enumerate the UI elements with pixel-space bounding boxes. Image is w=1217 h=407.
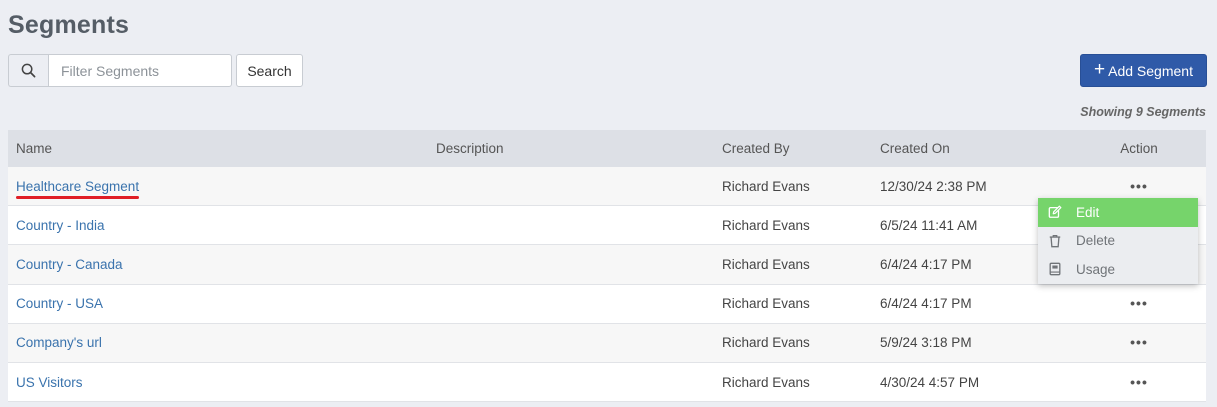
segment-created-by: Richard Evans bbox=[722, 217, 810, 233]
plus-icon: + bbox=[1094, 59, 1106, 80]
column-header-name[interactable]: Name bbox=[8, 141, 428, 156]
segments-table: Name Description Created By Created On A… bbox=[8, 130, 1206, 403]
segment-count: Showing 9 Segments bbox=[1080, 105, 1206, 119]
menu-item-label: Delete bbox=[1076, 233, 1116, 249]
segment-name-link[interactable]: Healthcare Segment bbox=[16, 179, 139, 194]
edit-icon bbox=[1048, 205, 1062, 219]
table-row: Country - USA Richard Evans 6/4/24 4:17 … bbox=[8, 284, 1206, 324]
segment-created-on: 4/30/24 4:57 PM bbox=[880, 374, 980, 390]
column-header-description[interactable]: Description bbox=[428, 141, 714, 156]
search-icon bbox=[8, 54, 48, 87]
more-options-icon[interactable]: ••• bbox=[1130, 296, 1148, 310]
segment-created-on: 5/9/24 3:18 PM bbox=[880, 335, 972, 351]
segment-name-link[interactable]: Country - USA bbox=[16, 296, 103, 311]
more-options-icon[interactable]: ••• bbox=[1130, 335, 1148, 349]
segment-created-on: 12/30/24 2:38 PM bbox=[880, 178, 987, 194]
segment-name-link[interactable]: Country - Canada bbox=[16, 257, 123, 272]
menu-item-label: Usage bbox=[1076, 261, 1116, 277]
segment-name-link[interactable]: Country - India bbox=[16, 218, 105, 233]
search-input[interactable] bbox=[48, 54, 232, 87]
segment-name-link[interactable]: US Visitors bbox=[16, 375, 83, 390]
segment-created-by: Richard Evans bbox=[722, 374, 810, 390]
add-segment-button[interactable]: + Add Segment bbox=[1080, 54, 1207, 87]
table-row: US Visitors Richard Evans 4/30/24 4:57 P… bbox=[8, 362, 1206, 403]
table-row: Company's url Richard Evans 5/9/24 3:18 … bbox=[8, 323, 1206, 363]
menu-item-label: Edit bbox=[1076, 204, 1100, 220]
table-header: Name Description Created By Created On A… bbox=[8, 130, 1206, 167]
more-options-icon[interactable]: ••• bbox=[1130, 375, 1148, 389]
more-options-icon[interactable]: ••• bbox=[1130, 179, 1148, 193]
menu-item-edit[interactable]: Edit bbox=[1038, 198, 1198, 227]
menu-item-usage[interactable]: Usage bbox=[1038, 255, 1198, 284]
column-header-action: Action bbox=[1120, 141, 1158, 156]
segment-created-by: Richard Evans bbox=[722, 335, 810, 351]
page-title: Segments bbox=[8, 11, 130, 39]
book-icon bbox=[1048, 262, 1062, 276]
column-header-created-by[interactable]: Created By bbox=[714, 141, 872, 156]
action-dropdown-menu: Edit Delete Usage bbox=[1038, 198, 1198, 284]
column-header-created-on[interactable]: Created On bbox=[872, 141, 1072, 156]
menu-item-delete[interactable]: Delete bbox=[1038, 227, 1198, 256]
segment-created-by: Richard Evans bbox=[722, 256, 810, 272]
add-segment-label: Add Segment bbox=[1108, 62, 1193, 79]
search-button[interactable]: Search bbox=[236, 54, 303, 87]
segment-created-by: Richard Evans bbox=[722, 296, 810, 312]
trash-icon bbox=[1048, 234, 1062, 248]
annotation-underline bbox=[16, 196, 139, 199]
segment-created-by: Richard Evans bbox=[722, 178, 810, 194]
table-row: Country - Canada Richard Evans 6/4/24 4:… bbox=[8, 245, 1206, 285]
table-row: Healthcare Segment Richard Evans 12/30/2… bbox=[8, 167, 1206, 207]
segment-name-link[interactable]: Company's url bbox=[16, 335, 102, 350]
table-row: Country - India Richard Evans 6/5/24 11:… bbox=[8, 206, 1206, 246]
segment-created-on: 6/4/24 4:17 PM bbox=[880, 296, 972, 312]
search-group bbox=[8, 54, 232, 87]
